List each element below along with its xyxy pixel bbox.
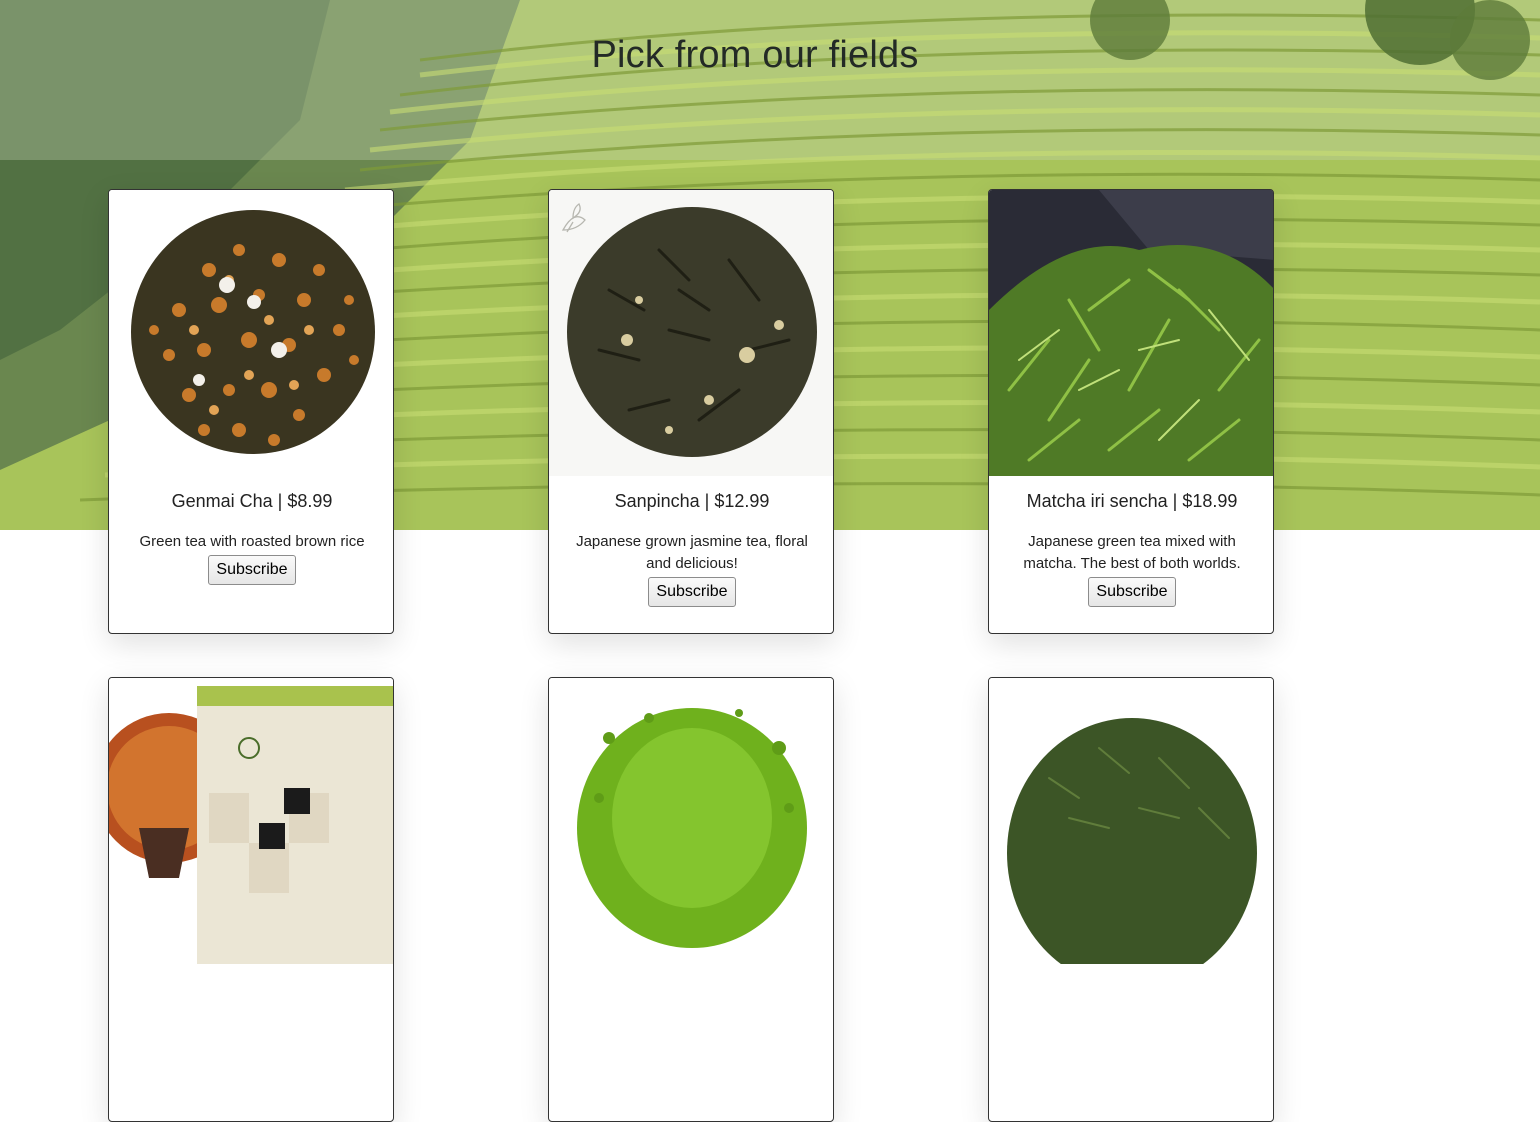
- product-card: Genmai Cha | $8.99 Green tea with roaste…: [108, 189, 394, 634]
- product-description-block: Japanese grown jasmine tea, floral and d…: [567, 531, 817, 607]
- product-card: [108, 677, 394, 1122]
- product-description-block: Japanese green tea mixed with matcha. Th…: [1007, 531, 1257, 607]
- sencha-leaves-image: [989, 190, 1273, 476]
- product-name-price: Genmai Cha | $8.99: [171, 491, 333, 511]
- hojicha-package-image: [109, 678, 393, 964]
- product-name-price: Matcha iri sencha | $18.99: [1026, 491, 1238, 511]
- matcha-powder-image: [549, 678, 833, 964]
- product-card: Sanpincha | $12.99 Japanese grown jasmin…: [548, 189, 834, 634]
- jasmine-tea-leaves-image: [549, 190, 833, 476]
- subscribe-button[interactable]: Subscribe: [208, 555, 296, 585]
- product-description-block: Green tea with roasted brown rice Subscr…: [127, 531, 377, 585]
- product-description: Green tea with roasted brown rice: [139, 533, 365, 550]
- product-description: Japanese green tea mixed with matcha. Th…: [1023, 533, 1241, 572]
- product-name-price: Sanpincha | $12.99: [614, 491, 770, 511]
- product-card: Matcha iri sencha | $18.99 Japanese gree…: [988, 189, 1274, 634]
- product-card: [548, 677, 834, 1122]
- subscribe-button[interactable]: Subscribe: [648, 577, 736, 607]
- product-description: Japanese grown jasmine tea, floral and d…: [576, 533, 808, 572]
- genmaicha-leaves-image: [109, 190, 393, 476]
- green-tea-leaves-image: [989, 678, 1273, 964]
- product-card: [988, 677, 1274, 1122]
- product-grid: Genmai Cha | $8.99 Green tea with roaste…: [0, 0, 1540, 1122]
- subscribe-button[interactable]: Subscribe: [1088, 577, 1176, 607]
